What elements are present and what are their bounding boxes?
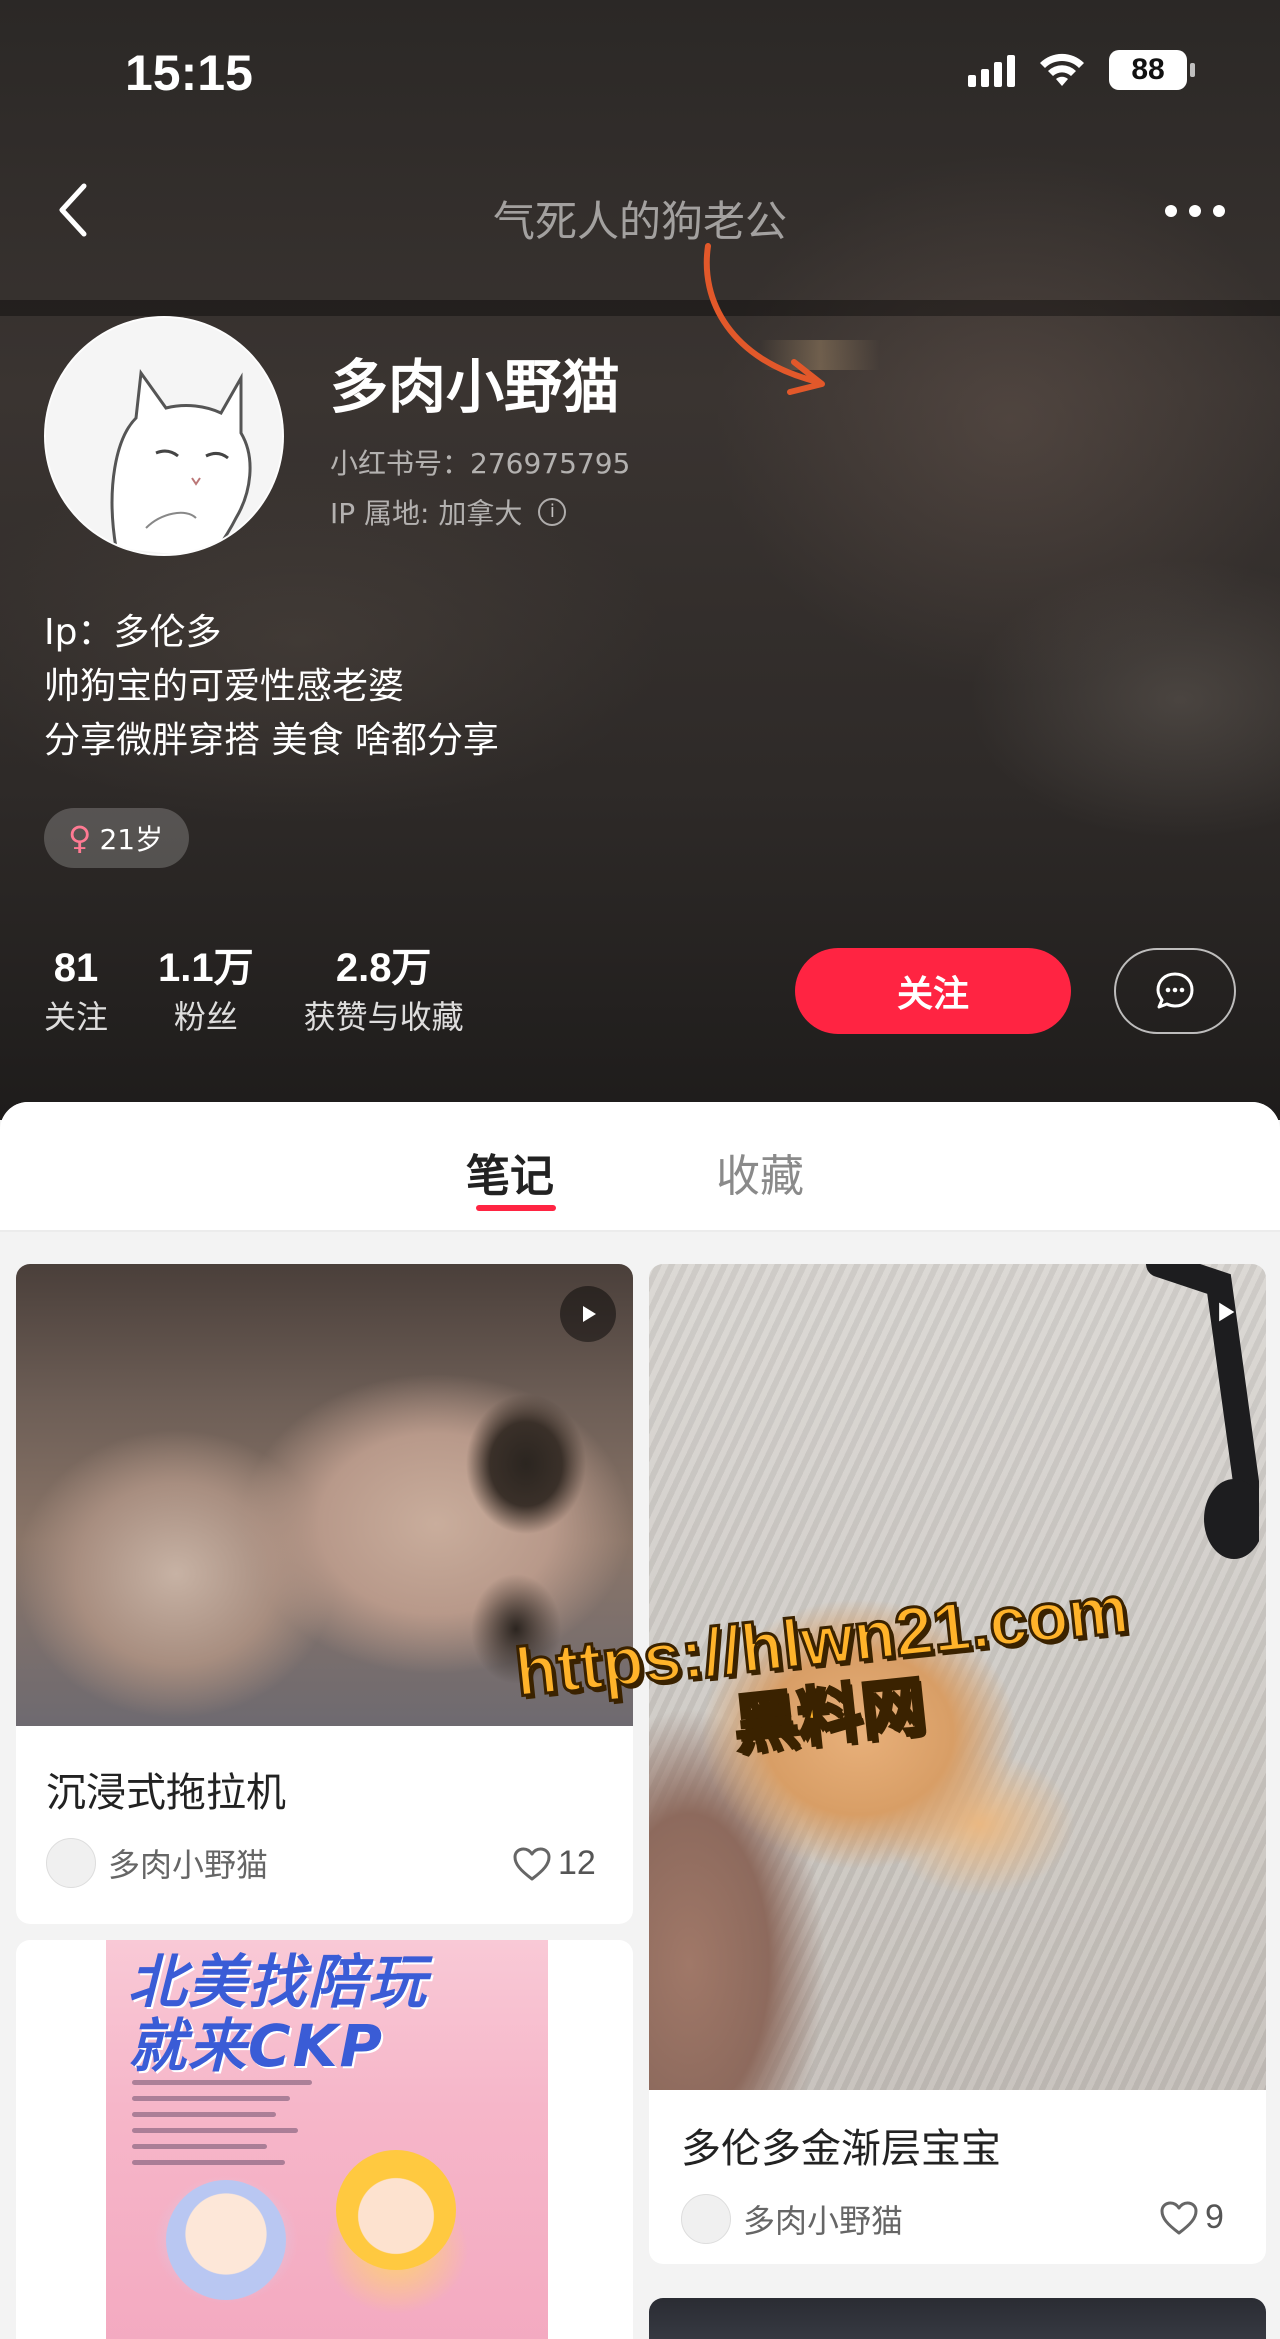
annotation-arrow-icon [703,243,825,395]
stat-label: 关注 [44,998,109,1036]
video-play-icon [560,1286,616,1342]
stat-label: 获赞与收藏 [303,998,464,1036]
info-icon[interactable]: i [538,498,567,526]
author-avatar [46,1838,96,1888]
author-name: 多肉小野猫 [743,2202,904,2240]
note-card[interactable]: 沉浸式拖拉机 多肉小野猫 12 [16,1264,633,1924]
note-title: 沉浸式拖拉机 [46,1770,286,1816]
follow-button[interactable]: 关注 [795,948,1071,1034]
character-illustration [166,2180,286,2300]
stat-value: 2.8万 [335,946,432,990]
note-cover-image: 北美找陪玩 就来CKP [106,1940,548,2339]
message-button[interactable] [1114,948,1236,1034]
nav-bar: 气死人的狗老公 [0,170,1280,250]
stat-likes-collects[interactable]: 2.8万 获赞与收藏 [304,944,464,1042]
chat-bubble-icon [1156,972,1194,1009]
stat-value: 81 [53,946,99,990]
red-id: 小红书号：276975795 [330,447,631,480]
wifi-icon [1040,53,1084,86]
stat-value: 1.1万 [158,946,254,990]
ip-location: IP 属地: 加拿大 [330,497,523,530]
profile-name: 多肉小野猫 [330,353,621,421]
like-count[interactable]: 12 [512,1844,596,1883]
note-cover-image [649,2298,1266,2339]
active-tab-indicator [476,1205,556,1211]
tab-notes[interactable]: 笔记 [466,1140,554,1204]
bio-line: 分享微胖穿搭 美食 啥都分享 [44,720,499,761]
cat-sketch-icon [46,318,282,554]
note-title: 多伦多金渐层宝宝 [681,2126,1001,2172]
cellular-signal-icon [968,53,1015,87]
character-illustration [336,2150,456,2270]
stat-followers[interactable]: 1.1万 粉丝 [158,944,254,1042]
note-card[interactable] [649,2298,1266,2339]
poster-title-line: 北美找陪玩 [128,1948,429,2016]
nav-title: 气死人的狗老公 [492,197,787,246]
profile-header: 15:15 88 气死人的狗老公 多肉小野猫 小红书号：276975795 IP… [0,0,1280,1120]
author-name: 多肉小野猫 [108,1846,269,1884]
stat-label: 粉丝 [173,998,238,1036]
avatar[interactable] [44,316,284,556]
note-author[interactable]: 多肉小野猫 [46,1838,268,1888]
heart-icon [513,1847,551,1880]
note-card[interactable]: 北美找陪玩 就来CKP [16,1940,633,2339]
bio-line: 帅狗宝的可爱性感老婆 [44,666,405,707]
video-play-icon [1197,1284,1253,1340]
poster-title: 北美找陪玩 就来CKP [128,1950,428,2078]
divider [0,1230,1280,1232]
profile-bio: Ip：多伦多 帅狗宝的可爱性感老婆 分享微胖穿搭 美食 啥都分享 [44,606,499,768]
battery-icon: 88 [1109,50,1195,90]
heart-icon [1160,2201,1198,2234]
profile-page: 15:15 88 气死人的狗老公 多肉小野猫 小红书号：276975795 IP… [0,0,1280,2339]
like-value: 9 [1205,2198,1224,2236]
background-shelf [0,300,1280,316]
like-value: 12 [558,1844,596,1882]
age-tag: ♀ 21岁 [44,808,190,868]
status-time: 15:15 [125,45,253,101]
more-options-icon[interactable] [1165,196,1229,226]
ip-location-row: IP 属地: 加拿大 i [330,492,567,532]
profile-tabs: 笔记 收藏 [0,1102,1280,1232]
age-label: 21岁 [99,823,164,856]
author-avatar [681,2194,731,2244]
female-icon: ♀ [68,819,92,857]
tab-collections[interactable]: 收藏 [716,1140,804,1204]
status-bar: 15:15 88 [0,0,1280,150]
like-count[interactable]: 9 [1159,2198,1224,2237]
poster-text-lines [132,2080,312,2176]
stat-following[interactable]: 81 关注 [44,944,108,1042]
note-author[interactable]: 多肉小野猫 [681,2194,903,2244]
bio-line: Ip：多伦多 [44,612,222,653]
status-icons: 88 [968,50,1195,90]
poster-title-line: 就来CKP [128,2012,385,2080]
profile-stats: 81 关注 1.1万 粉丝 2.8万 获赞与收藏 [44,944,464,1042]
